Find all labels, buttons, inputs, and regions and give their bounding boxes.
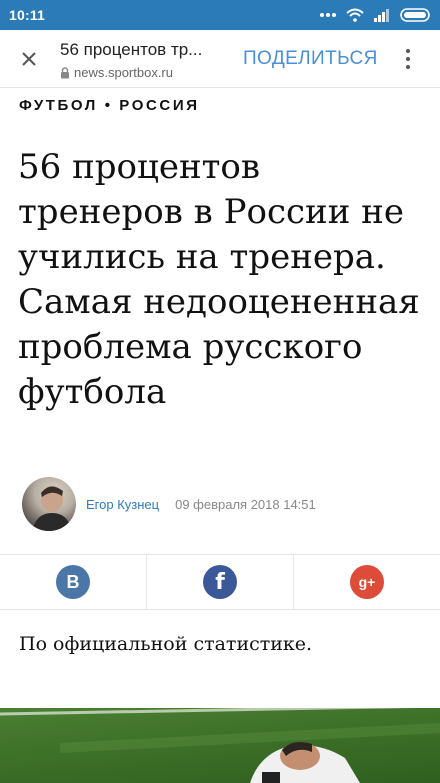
- page-url: news.sportbox.ru: [60, 65, 173, 80]
- vk-icon: B: [56, 565, 90, 599]
- wifi-icon: [346, 8, 364, 22]
- article-headline: 56 процентов тренеров в России не училис…: [18, 147, 420, 412]
- google-plus-icon: g+: [350, 565, 384, 599]
- browser-toolbar: 56 процентов тр... news.sportbox.ru ПОДЕ…: [0, 30, 440, 88]
- author-name[interactable]: Егор Кузнец: [86, 497, 159, 512]
- more-options-button[interactable]: [396, 45, 420, 73]
- share-google-plus-button[interactable]: g+: [293, 555, 440, 609]
- more-dot-icon: [406, 65, 410, 69]
- football-photo: [0, 708, 440, 783]
- lock-icon: [61, 66, 69, 78]
- status-bar: 10:11: [0, 0, 440, 30]
- share-vk-button[interactable]: B: [0, 555, 146, 609]
- avatar-photo: [32, 486, 72, 531]
- social-share-row: B f g+: [0, 554, 440, 610]
- close-button[interactable]: [10, 40, 48, 78]
- share-button[interactable]: ПОДЕЛИТЬСЯ: [243, 48, 378, 70]
- url-text: news.sportbox.ru: [74, 65, 173, 80]
- article-lead: По официальной статистике.: [19, 633, 313, 655]
- share-facebook-button[interactable]: f: [146, 555, 293, 609]
- article-photo: [0, 708, 440, 783]
- status-icons: [319, 8, 432, 22]
- page-title: 56 процентов тр...: [60, 40, 203, 59]
- battery-icon: [400, 8, 430, 22]
- close-icon: [22, 52, 36, 66]
- status-time: 10:11: [9, 7, 46, 23]
- facebook-icon: f: [203, 565, 237, 599]
- author-row: Егор Кузнец 09 февраля 2018 14:51: [22, 476, 316, 532]
- signal-icon: [374, 9, 389, 22]
- more-dot-icon: [406, 49, 410, 53]
- article-category[interactable]: ФУТБОЛ • РОССИЯ: [19, 97, 200, 114]
- post-date: 09 февраля 2018 14:51: [175, 496, 316, 512]
- more-notifications-icon: [320, 13, 336, 17]
- more-dot-icon: [406, 57, 410, 61]
- author-avatar[interactable]: [22, 477, 76, 531]
